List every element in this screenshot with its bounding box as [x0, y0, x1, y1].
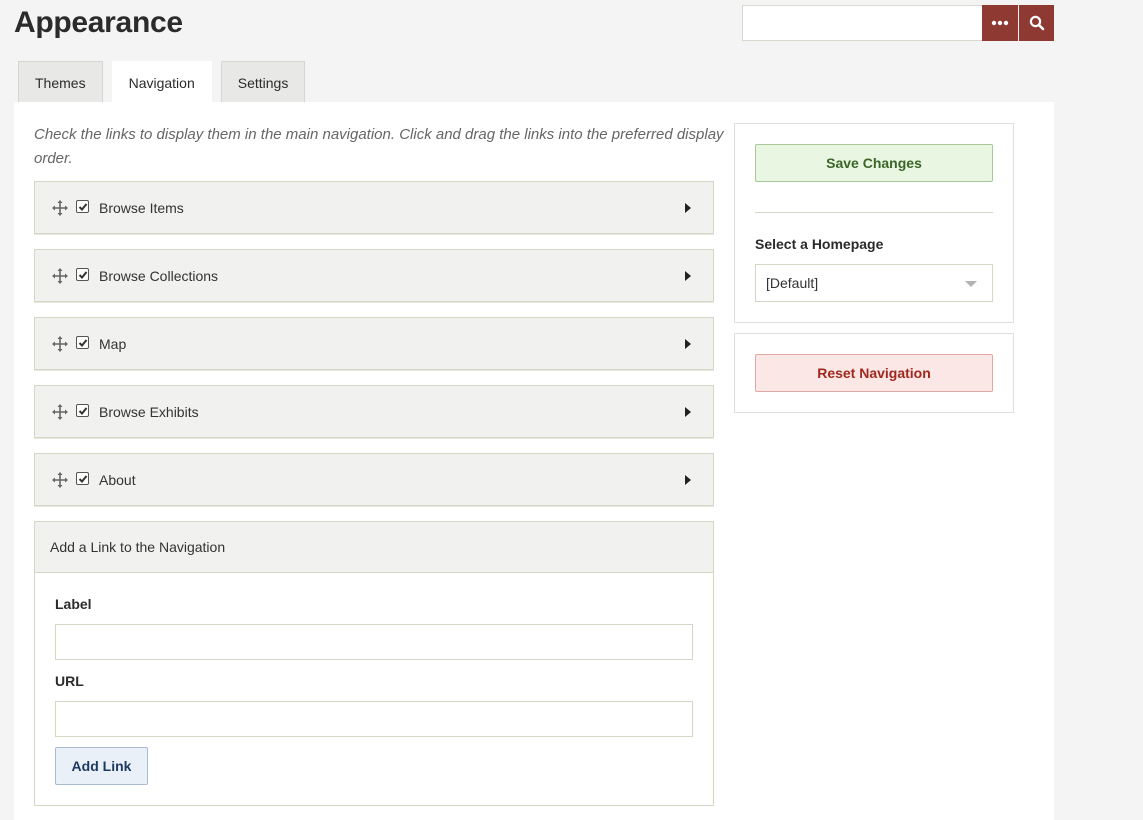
nav-item-about[interactable]: About	[34, 453, 714, 506]
search-bar	[742, 5, 1054, 41]
save-changes-button[interactable]: Save Changes	[755, 144, 993, 182]
more-icon	[991, 20, 1009, 26]
link-label-input[interactable]	[55, 624, 693, 660]
search-submit-button[interactable]	[1018, 5, 1054, 41]
nav-item-browse-items[interactable]: Browse Items	[34, 181, 714, 234]
tab-navigation[interactable]: Navigation	[111, 61, 212, 103]
nav-item-label: Browse Collections	[99, 267, 219, 284]
search-options-button[interactable]	[982, 5, 1018, 41]
nav-item-label: Map	[99, 335, 127, 352]
divider	[755, 212, 993, 213]
drag-handle-icon[interactable]	[51, 471, 69, 489]
drag-handle-icon[interactable]	[51, 199, 69, 217]
url-field-label: URL	[55, 673, 84, 689]
drag-handle-icon[interactable]	[51, 403, 69, 421]
caret-right-icon[interactable]	[685, 407, 691, 417]
caret-right-icon[interactable]	[685, 271, 691, 281]
reset-navigation-button[interactable]: Reset Navigation	[755, 354, 993, 392]
homepage-select[interactable]: [Default]	[755, 264, 993, 302]
chevron-down-icon	[965, 281, 977, 287]
checkbox-checked-icon[interactable]	[76, 404, 89, 417]
nav-item-browse-exhibits[interactable]: Browse Exhibits	[34, 385, 714, 438]
tab-themes[interactable]: Themes	[18, 61, 103, 103]
nav-item-browse-collections[interactable]: Browse Collections	[34, 249, 714, 302]
nav-item-label: Browse Items	[99, 199, 184, 216]
caret-right-icon[interactable]	[685, 475, 691, 485]
checkbox-checked-icon[interactable]	[76, 472, 89, 485]
label-field-label: Label	[55, 596, 92, 612]
search-input[interactable]	[742, 5, 982, 41]
search-icon	[1029, 15, 1044, 31]
nav-item-map[interactable]: Map	[34, 317, 714, 370]
page-title: Appearance	[14, 6, 183, 39]
checkbox-checked-icon[interactable]	[76, 268, 89, 281]
checkbox-checked-icon[interactable]	[76, 336, 89, 349]
tab-settings[interactable]: Settings	[220, 61, 306, 103]
link-url-input[interactable]	[55, 701, 693, 737]
checkbox-checked-icon[interactable]	[76, 200, 89, 213]
drag-handle-icon[interactable]	[51, 267, 69, 285]
homepage-select-value: [Default]	[766, 275, 819, 291]
navigation-instructions: Check the links to display them in the m…	[34, 126, 724, 167]
nav-item-label: About	[99, 471, 136, 488]
save-panel: Save Changes Select a Homepage [Default]	[734, 123, 1014, 323]
add-link-heading: Add a Link to the Navigation	[35, 522, 713, 573]
add-link-panel: Add a Link to the Navigation Label URL A…	[34, 521, 714, 806]
appearance-tabs: Themes Navigation Settings	[18, 61, 314, 103]
drag-handle-icon[interactable]	[51, 335, 69, 353]
navigation-panel: Check the links to display them in the m…	[14, 102, 1054, 820]
reset-panel: Reset Navigation	[734, 333, 1014, 413]
homepage-label: Select a Homepage	[755, 236, 884, 252]
caret-right-icon[interactable]	[685, 203, 691, 213]
nav-item-label: Browse Exhibits	[99, 403, 199, 420]
caret-right-icon[interactable]	[685, 339, 691, 349]
add-link-button[interactable]: Add Link	[55, 747, 148, 785]
